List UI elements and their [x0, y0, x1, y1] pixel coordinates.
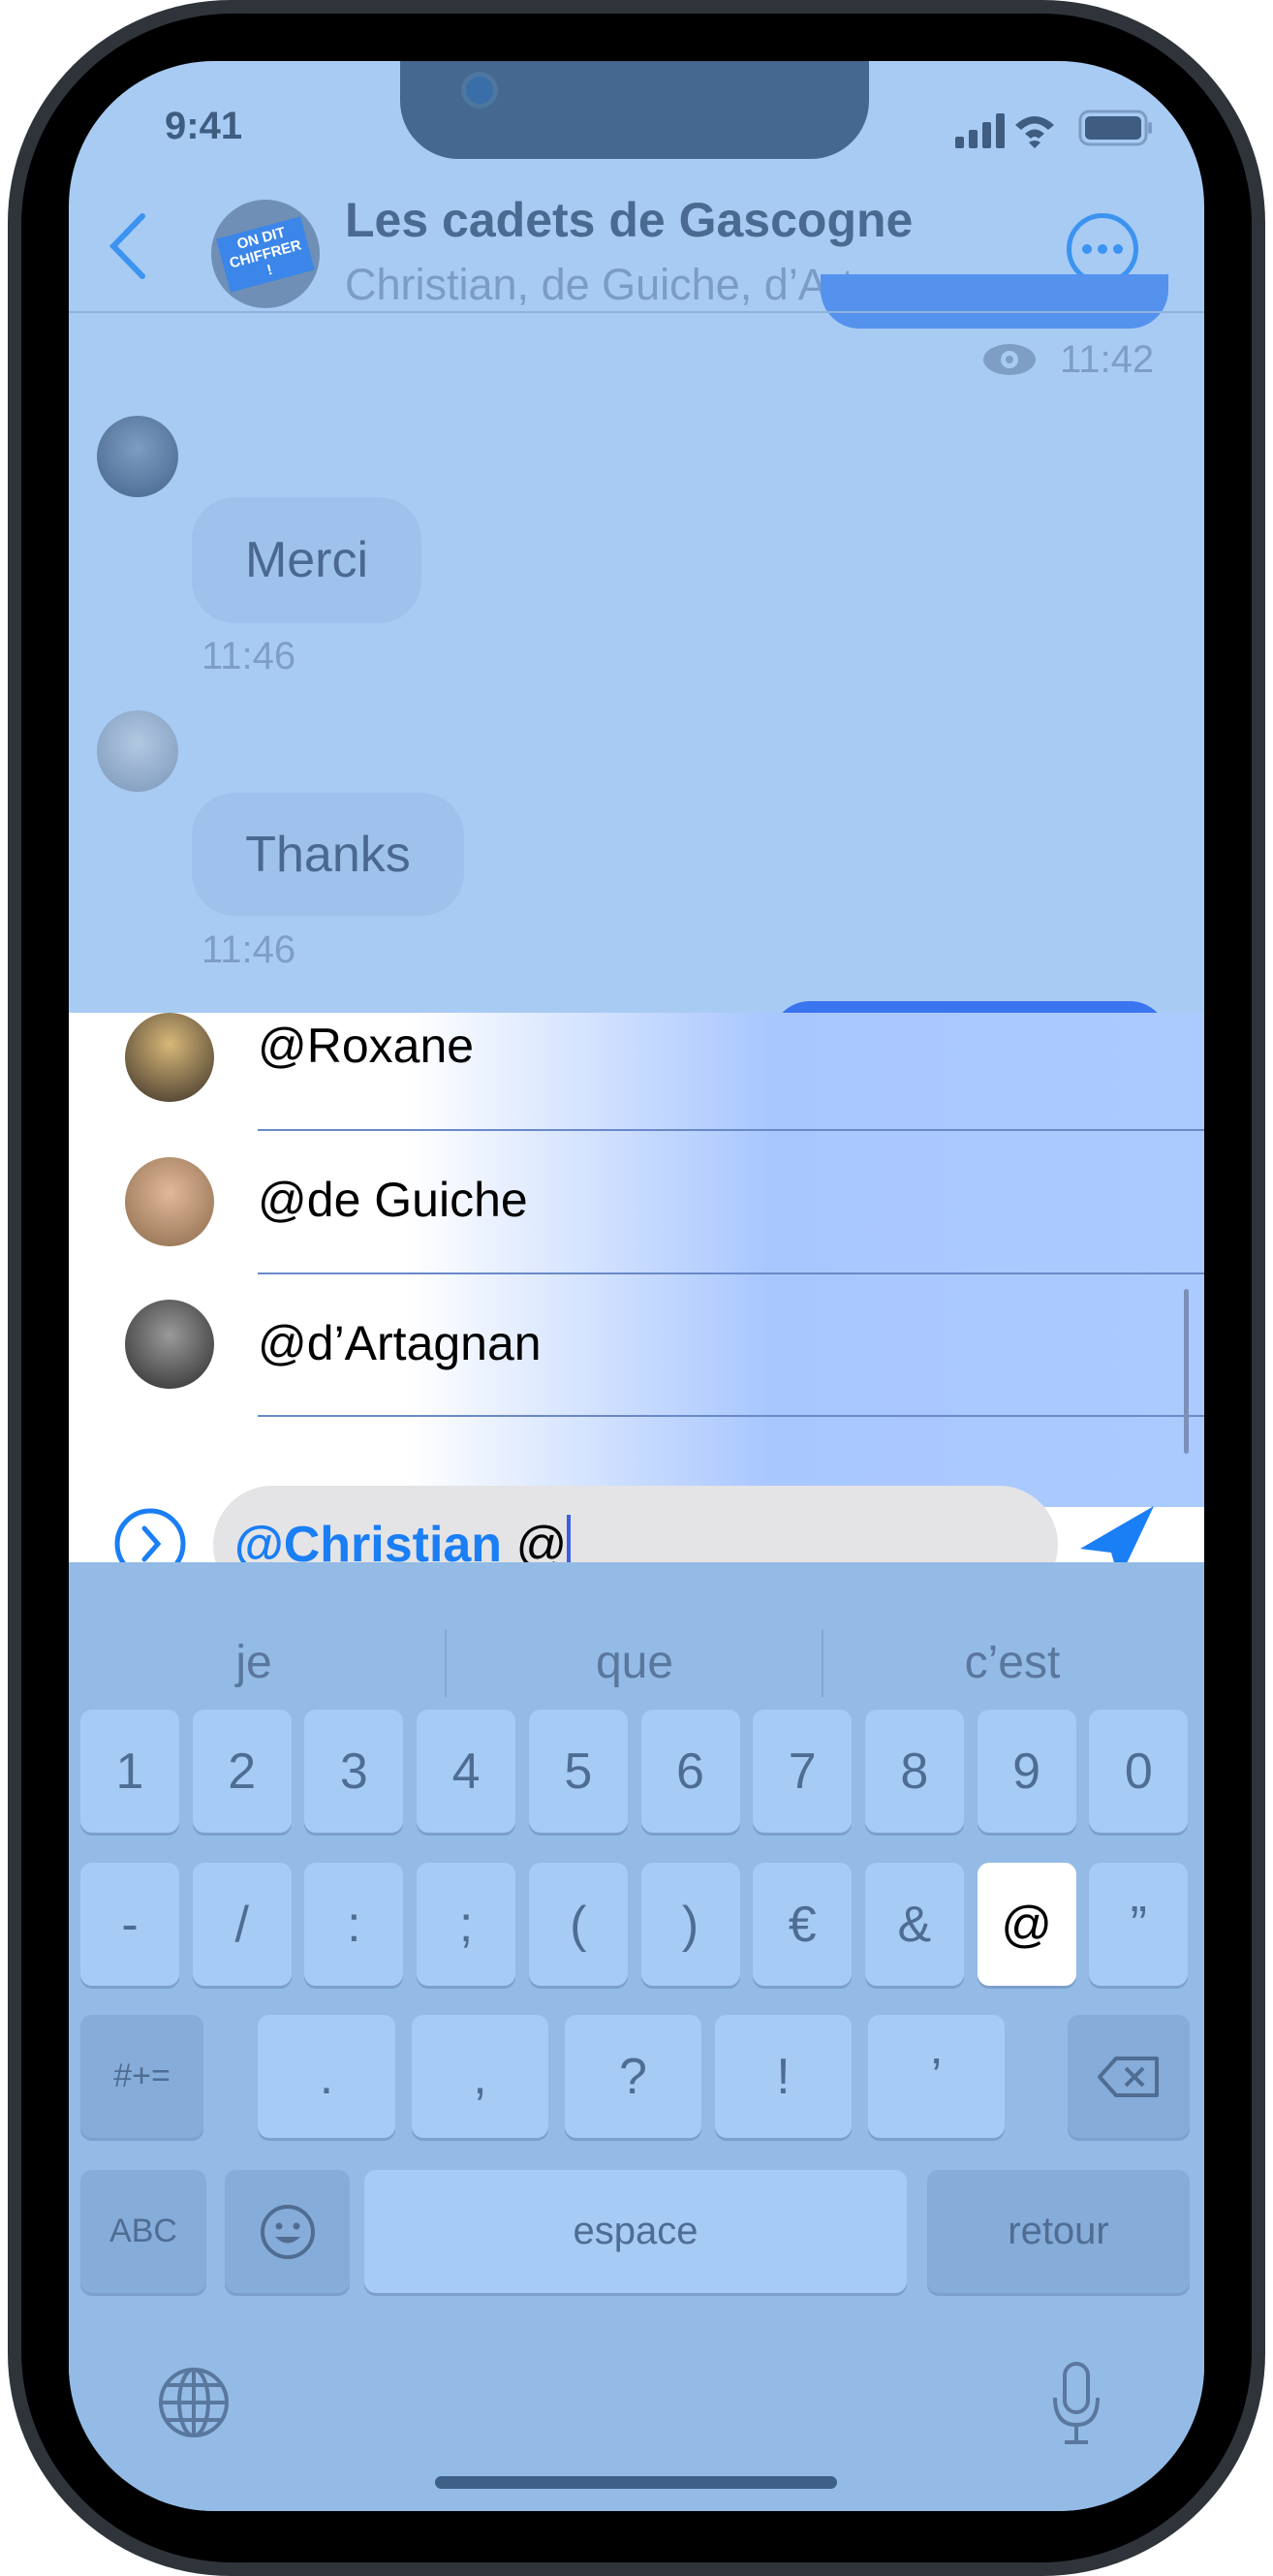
emoji-icon [260, 2204, 315, 2259]
key[interactable]: : [304, 1863, 404, 1986]
emoji-key[interactable] [225, 2170, 350, 2293]
backspace-key[interactable] [1068, 2015, 1190, 2138]
eye-icon [983, 344, 1036, 375]
avatar [125, 1157, 214, 1246]
key[interactable]: 3 [304, 1710, 404, 1833]
key[interactable]: ” [1089, 1863, 1189, 1986]
key[interactable]: / [192, 1863, 292, 1986]
symbols-key[interactable]: #+= [80, 2015, 203, 2138]
camera [466, 77, 493, 104]
key[interactable]: 6 [640, 1710, 740, 1833]
key[interactable]: 9 [977, 1710, 1076, 1833]
header-divider [69, 311, 1204, 313]
key[interactable]: 8 [864, 1710, 964, 1833]
sender-avatar[interactable] [97, 710, 178, 792]
mention-token: @Christian [234, 1517, 503, 1562]
divider [822, 1629, 823, 1697]
scrollbar[interactable] [1184, 1289, 1189, 1454]
return-key[interactable]: retour [927, 2170, 1190, 2293]
microphone-icon[interactable] [1049, 2361, 1103, 2448]
status-time: 9:41 [165, 105, 243, 147]
home-indicator[interactable] [435, 2476, 837, 2489]
text-cursor [567, 1515, 572, 1562]
key[interactable]: , [412, 2015, 548, 2138]
notch [400, 61, 869, 159]
mention-item[interactable]: @Roxane [69, 1013, 1204, 1129]
back-chevron-icon[interactable] [106, 212, 149, 280]
message-bubble: Merci [192, 497, 421, 623]
key[interactable]: . [258, 2015, 395, 2138]
divider [258, 1415, 1204, 1417]
mention-item[interactable]: @d’Artagnan [69, 1274, 1204, 1416]
key[interactable]: & [864, 1863, 964, 1986]
mention-suggestions: @Roxane @de Guiche @d’Artagnan @Christia… [69, 1013, 1204, 1562]
key[interactable]: - [80, 1863, 179, 1986]
key[interactable]: ? [565, 2015, 701, 2138]
screen: 9:41 ON DIT CHIFFRER ! Les cadets de Gas… [69, 61, 1204, 2511]
key[interactable]: ’ [868, 2015, 1005, 2138]
battery-icon [1078, 110, 1152, 146]
typed-text: @ [502, 1517, 568, 1562]
suggestion[interactable]: je [109, 1636, 399, 1689]
key[interactable]: 4 [417, 1710, 516, 1833]
key[interactable]: € [753, 1863, 853, 1986]
key[interactable]: 1 [80, 1710, 179, 1833]
key[interactable]: ) [640, 1863, 740, 1986]
key[interactable]: ; [417, 1863, 516, 1986]
message-input[interactable]: @Christian @ [213, 1486, 1058, 1562]
abc-key[interactable]: ABC [80, 2170, 206, 2293]
message-time: 11:46 [202, 635, 296, 677]
key[interactable]: 2 [192, 1710, 292, 1833]
key[interactable]: ( [528, 1863, 628, 1986]
key[interactable]: 5 [528, 1710, 628, 1833]
outgoing-bubble [821, 274, 1168, 329]
sender-avatar[interactable] [97, 416, 178, 497]
avatar [125, 1300, 214, 1389]
send-icon[interactable] [1076, 1502, 1158, 1562]
avatar [125, 1013, 214, 1102]
message-time: 11:42 [1060, 338, 1155, 381]
suggestion[interactable]: que [489, 1636, 780, 1689]
space-key[interactable]: espace [364, 2170, 907, 2293]
mention-item[interactable]: @de Guiche [69, 1131, 1204, 1272]
group-avatar[interactable]: ON DIT CHIFFRER ! [211, 200, 320, 308]
key[interactable]: 0 [1089, 1710, 1189, 1833]
expand-arrow-icon[interactable] [113, 1507, 187, 1562]
key[interactable]: 7 [753, 1710, 853, 1833]
message-time: 11:46 [202, 928, 296, 971]
backspace-icon [1098, 2056, 1159, 2097]
chat-title[interactable]: Les cadets de Gascogne [345, 192, 913, 248]
globe-icon[interactable] [157, 2366, 231, 2439]
key-highlighted[interactable]: @ [977, 1863, 1076, 1986]
message-bubble: Thanks [192, 793, 464, 916]
suggestion[interactable]: c’est [867, 1636, 1158, 1689]
divider [445, 1629, 447, 1697]
key[interactable]: ! [715, 2015, 852, 2138]
